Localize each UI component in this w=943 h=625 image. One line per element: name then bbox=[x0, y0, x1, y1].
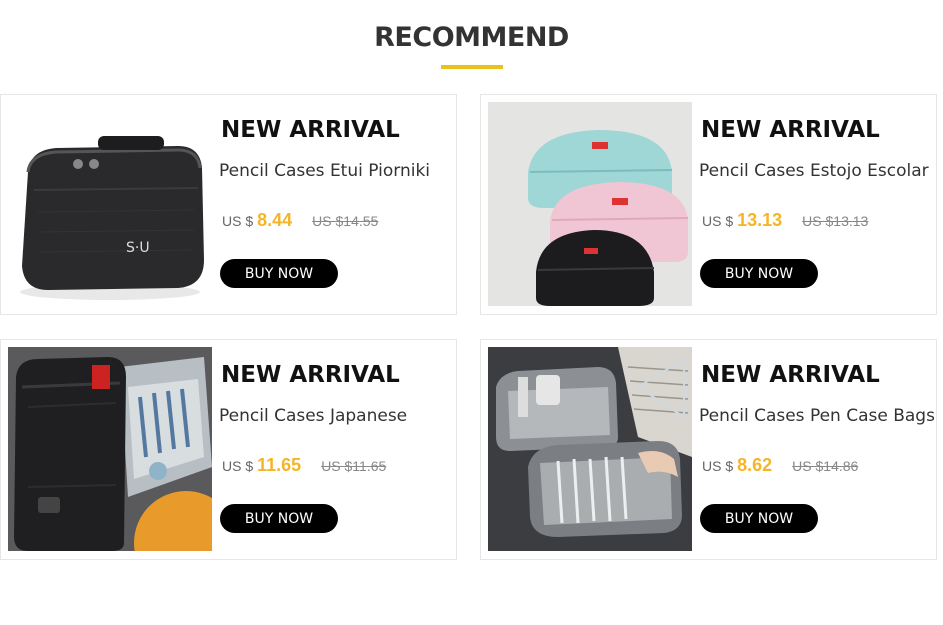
price-row: US $ 8.62 US $14.86 bbox=[702, 455, 858, 476]
original-price: US $13.13 bbox=[802, 213, 869, 229]
product-card-4[interactable]: NEW ARRIVAL Pencil Cases Pen Case Bags U… bbox=[480, 339, 937, 560]
currency-label: US $ bbox=[702, 458, 734, 474]
product-image[interactable]: S·U bbox=[8, 102, 212, 306]
headline: NEW ARRIVAL bbox=[701, 362, 880, 388]
price-row: US $ 13.13 US $13.13 bbox=[702, 210, 868, 231]
product-image[interactable] bbox=[8, 347, 212, 551]
buy-now-button[interactable]: BUY NOW bbox=[700, 504, 818, 533]
svg-text:S·U: S·U bbox=[126, 240, 150, 256]
buy-now-button[interactable]: BUY NOW bbox=[700, 259, 818, 288]
sale-price: 11.65 bbox=[257, 455, 302, 475]
sale-price: 8.62 bbox=[737, 455, 773, 475]
buy-now-button[interactable]: BUY NOW bbox=[220, 504, 338, 533]
product-name[interactable]: Pencil Cases Estojo Escolar bbox=[699, 161, 929, 181]
buy-now-button[interactable]: BUY NOW bbox=[220, 259, 338, 288]
currency-label: US $ bbox=[702, 213, 734, 229]
sale-price: 13.13 bbox=[737, 210, 783, 230]
product-image[interactable] bbox=[488, 102, 692, 306]
headline: NEW ARRIVAL bbox=[221, 362, 400, 388]
sale-price: 8.44 bbox=[257, 210, 293, 230]
product-name[interactable]: Pencil Cases Japanese bbox=[219, 406, 407, 426]
product-name[interactable]: Pencil Cases Etui Piorniki bbox=[219, 161, 430, 181]
currency-label: US $ bbox=[222, 213, 254, 229]
original-price: US $11.65 bbox=[321, 458, 387, 474]
product-card-2[interactable]: NEW ARRIVAL Pencil Cases Estojo Escolar … bbox=[480, 94, 937, 315]
product-name[interactable]: Pencil Cases Pen Case Bags bbox=[699, 406, 935, 426]
original-price: US $14.55 bbox=[312, 213, 379, 229]
headline: NEW ARRIVAL bbox=[221, 117, 400, 143]
title-underline bbox=[441, 65, 503, 69]
price-row: US $ 8.44 US $14.55 bbox=[222, 210, 378, 231]
product-card-1[interactable]: S·U NEW ARRIVAL Pencil Cases Etui Piorni… bbox=[0, 94, 457, 315]
product-image[interactable] bbox=[488, 347, 692, 551]
currency-label: US $ bbox=[222, 458, 254, 474]
product-card-3[interactable]: NEW ARRIVAL Pencil Cases Japanese US $ 1… bbox=[0, 339, 457, 560]
headline: NEW ARRIVAL bbox=[701, 117, 880, 143]
section-title: RECOMMEND bbox=[374, 22, 569, 53]
price-row: US $ 11.65 US $11.65 bbox=[222, 455, 386, 476]
original-price: US $14.86 bbox=[792, 458, 859, 474]
